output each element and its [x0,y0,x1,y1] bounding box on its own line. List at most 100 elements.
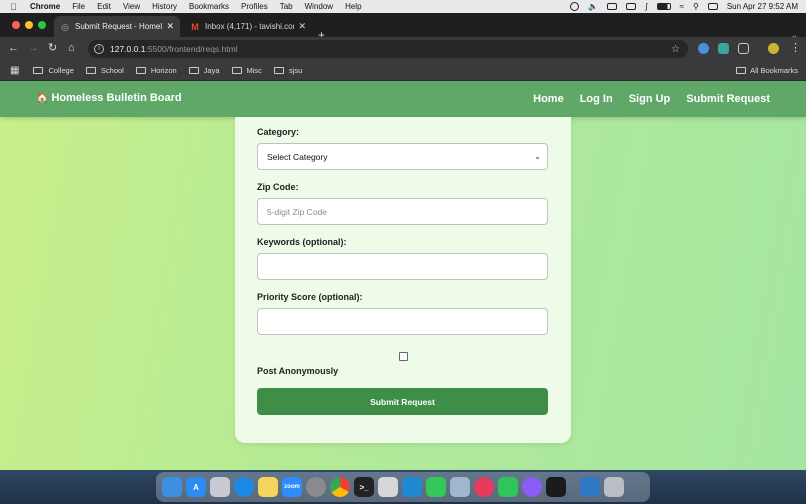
chrome-icon[interactable] [330,477,350,497]
menu-file[interactable]: File [72,2,85,11]
menu-history[interactable]: History [152,2,177,11]
extension-grid-icon[interactable] [718,43,729,54]
browser-tab-strip: ◎ Submit Request - Homeless B ✕ M Inbox … [0,13,806,41]
page-viewport[interactable]: 🏠 Homeless Bulletin Board Home Log In Si… [0,81,806,470]
nav-link-submit-request[interactable]: Submit Request [686,93,770,105]
tab-title: Submit Request - Homeless B [75,22,163,31]
bookmark-label: College [48,66,74,75]
profile-avatar[interactable] [768,43,779,54]
keywords-input[interactable] [257,253,548,280]
apps-grid-icon[interactable]: ▦ [10,65,19,77]
bookmark-label: sjsu [288,66,303,75]
bookmark-star-icon[interactable]: ☆ [671,44,680,55]
site-brand[interactable]: 🏠 Homeless Bulletin Board [36,92,182,104]
zip-code-input[interactable]: 5-digit Zip Code [257,198,548,225]
menu-window[interactable]: Window [305,2,333,11]
control-center-icon[interactable] [707,3,718,10]
close-window-button[interactable] [12,21,20,29]
menu-view[interactable]: View [123,2,140,11]
settings-icon[interactable] [306,477,326,497]
facetime-icon[interactable] [498,477,518,497]
bookmark-folder-college[interactable]: College [33,66,74,75]
bookmark-folder-horizon[interactable]: Horizon [135,66,177,75]
keyboard-icon[interactable] [626,3,637,10]
chevron-down-icon: ⌄ [534,152,541,161]
bookmark-label: Jaya [203,66,220,75]
menu-help[interactable]: Help [345,2,361,11]
close-tab-icon[interactable]: ✕ [166,21,174,32]
menu-edit[interactable]: Edit [97,2,111,11]
zoom-icon[interactable]: zoom [282,477,302,497]
category-selected-value: Select Category [267,151,328,162]
preview-icon[interactable] [450,477,470,497]
url-path: :5500/frontend/reqs.html [145,44,238,54]
post-anonymously-checkbox[interactable] [399,352,408,361]
submit-request-button[interactable]: Submit Request [257,388,548,415]
all-bookmarks-button[interactable]: All Bookmarks [736,66,798,75]
bookmarks-bar: ▦ College School Horizon Jaya Misc sjsu … [0,61,806,81]
menubar-clock[interactable]: Sun Apr 27 9:52 AM [727,2,798,11]
bookmark-folder-jaya[interactable]: Jaya [188,66,220,75]
files-icon[interactable] [378,477,398,497]
submit-request-label: Submit Request [370,396,435,407]
nav-link-signup[interactable]: Sign Up [629,93,671,105]
priority-score-label: Priority Score (optional): [257,292,363,302]
site-info-icon[interactable]: i [94,44,104,54]
reload-icon[interactable]: ↻ [48,42,57,54]
app-store-icon[interactable]: A [186,477,206,497]
menu-app-name[interactable]: Chrome [30,2,60,11]
volume-icon[interactable]: 🔈 [588,2,598,11]
zoom-window-button[interactable] [38,21,46,29]
gmail-icon: M [191,21,199,32]
safari-icon[interactable] [234,477,254,497]
brand-label: Homeless Bulletin Board [51,92,182,104]
launchpad-icon[interactable] [210,477,230,497]
tab-submit-request[interactable]: ◎ Submit Request - Homeless B ✕ [54,16,180,37]
bookmark-folder-school[interactable]: School [85,66,124,75]
extensions-puzzle-icon[interactable] [738,43,749,54]
back-icon[interactable]: ← [8,42,19,54]
minimize-window-button[interactable] [25,21,33,29]
bluetooth-icon[interactable]: ∫ [645,2,647,11]
category-select[interactable]: Select Category ⌄ [257,143,548,170]
battery-icon[interactable] [656,3,671,10]
address-bar[interactable]: i 127.0.0.1:5500/frontend/reqs.html ☆ [88,40,688,58]
downloads-icon[interactable] [580,477,600,497]
priority-score-input[interactable] [257,308,548,335]
wifi-icon[interactable]: ≈ [680,2,684,11]
home-icon[interactable]: ⌂ [68,42,75,54]
bookmark-folder-sjsu[interactable]: sjsu [273,66,303,75]
trash-icon[interactable] [604,477,624,497]
search-icon[interactable]: ⚲ [693,2,699,11]
creative-cloud-icon[interactable] [474,477,494,497]
creative-cloud-status-icon[interactable] [570,2,580,11]
macos-menubar:  Chrome File Edit View History Bookmark… [0,0,806,13]
bookmark-label: Horizon [150,66,177,75]
zip-code-label: Zip Code: [257,182,299,192]
folder-icon [135,67,146,74]
forward-icon[interactable]: → [28,42,39,54]
console-icon[interactable] [546,477,566,497]
menu-profiles[interactable]: Profiles [241,2,268,11]
github-icon[interactable] [522,477,542,497]
extension-globe-icon[interactable] [698,43,709,54]
notes-icon[interactable] [258,477,278,497]
nav-link-login[interactable]: Log In [580,93,613,105]
tab-gmail-inbox[interactable]: M Inbox (4,171) - tavishi.connect ✕ [184,16,312,37]
nav-link-home[interactable]: Home [533,93,564,105]
vscode-icon[interactable] [402,477,422,497]
browser-menu-icon[interactable]: ⋮ [790,42,801,54]
finder-icon[interactable] [162,477,182,497]
menu-tab[interactable]: Tab [280,2,293,11]
category-label: Category: [257,127,300,137]
messages-icon[interactable] [426,477,446,497]
terminal-icon[interactable]: >_ [354,477,374,497]
close-tab-icon[interactable]: ✕ [298,21,306,32]
bookmark-folder-misc[interactable]: Misc [231,66,262,75]
bookmark-label: School [100,66,124,75]
window-controls [12,21,46,29]
display-icon[interactable] [607,3,618,10]
globe-icon: ◎ [61,21,69,32]
menu-bookmarks[interactable]: Bookmarks [189,2,229,11]
apple-icon[interactable]:  [10,2,22,12]
